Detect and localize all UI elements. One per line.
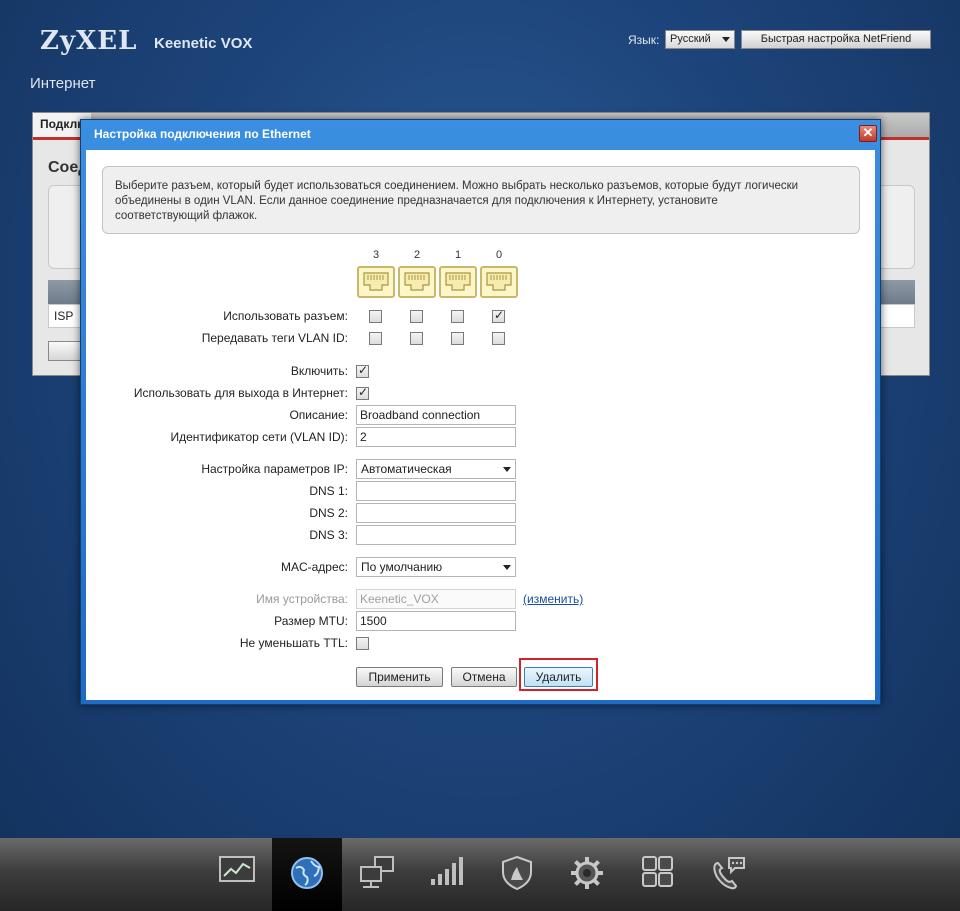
language-select[interactable]: Русский: [665, 30, 735, 49]
dialog-body: Выберите разъем, который будет использов…: [86, 150, 875, 700]
info-line: объединены в один VLAN. Если данное соед…: [115, 195, 718, 207]
phone-icon: [713, 857, 745, 890]
dns2-field[interactable]: [356, 503, 516, 523]
dns3-label: DNS 3:: [309, 528, 348, 542]
ip-settings-select[interactable]: Автоматическая: [356, 459, 516, 479]
dns1-label: DNS 1:: [309, 484, 348, 498]
change-device-name-link[interactable]: (изменить): [523, 592, 583, 606]
ttl-checkbox[interactable]: [356, 637, 369, 650]
ethernet-port-icon: [439, 266, 477, 298]
model-name: Keenetic VOX: [154, 35, 253, 52]
shield-icon: [502, 855, 532, 891]
chevron-down-icon: [503, 565, 511, 570]
vlan-tag-0-checkbox[interactable]: [492, 332, 505, 345]
port-number: 2: [413, 249, 421, 261]
ethernet-port-icon: [480, 266, 518, 298]
ethernet-dialog: Настройка подключения по Ethernet ✕ Выбе…: [80, 119, 881, 705]
mtu-field[interactable]: [356, 611, 516, 631]
apps-icon: [642, 856, 673, 887]
brand-logo: ZyXEL: [40, 26, 138, 56]
device-name-label: Имя устройства:: [256, 592, 348, 606]
language-value: Русский: [670, 33, 711, 45]
use-port-label: Использовать разъем:: [223, 309, 348, 323]
enable-checkbox[interactable]: [356, 363, 369, 378]
chevron-down-icon: [503, 467, 511, 472]
dns3-field[interactable]: [356, 525, 516, 545]
info-line: соответствующий флажок.: [115, 210, 258, 222]
vlan-id-label: Идентификатор сети (VLAN ID):: [170, 430, 349, 444]
use-port-3-checkbox[interactable]: [369, 310, 382, 323]
port-number: 3: [372, 249, 380, 261]
language-label: Язык:: [628, 33, 660, 47]
cancel-button[interactable]: Отмена: [451, 667, 517, 687]
internet-label: Использовать для выхода в Интернет:: [133, 386, 348, 400]
mac-value: По умолчанию: [361, 560, 443, 574]
ip-settings-value: Автоматическая: [361, 462, 452, 476]
vlan-tags-label: Передавать теги VLAN ID:: [201, 331, 348, 345]
ethernet-port-icon: [398, 266, 436, 298]
taskbar: [0, 838, 960, 911]
internet-checkbox[interactable]: [356, 385, 369, 400]
device-name-field: [356, 589, 516, 609]
dialog-title: Настройка подключения по Ethernet: [94, 127, 311, 141]
ttl-label: Не уменьшать TTL:: [239, 636, 348, 650]
dns1-field[interactable]: [356, 481, 516, 501]
vlan-tag-1-checkbox[interactable]: [451, 332, 464, 345]
info-box: Выберите разъем, который будет использов…: [102, 166, 860, 234]
monitor-icon: [219, 856, 255, 882]
mac-select[interactable]: По умолчанию: [356, 557, 516, 577]
vlan-tag-3-checkbox[interactable]: [369, 332, 382, 345]
taskbar-apps[interactable]: [622, 838, 692, 911]
mac-label: MAC-адрес:: [280, 560, 348, 574]
port-number: 0: [495, 249, 503, 261]
vlan-tag-2-checkbox[interactable]: [410, 332, 423, 345]
use-port-1-checkbox[interactable]: [451, 310, 464, 323]
network-icon: [360, 856, 394, 888]
taskbar-phone[interactable]: [692, 838, 762, 911]
globe-icon: [291, 857, 323, 889]
apply-button[interactable]: Применить: [356, 667, 443, 687]
use-port-2-checkbox[interactable]: [410, 310, 423, 323]
taskbar-internet[interactable]: [272, 838, 342, 911]
taskbar-signal[interactable]: [412, 838, 482, 911]
taskbar-settings[interactable]: [552, 838, 622, 911]
taskbar-security[interactable]: [482, 838, 552, 911]
ethernet-port-icon: [357, 266, 395, 298]
vlan-id-field[interactable]: [356, 427, 516, 447]
delete-button[interactable]: Удалить: [524, 667, 593, 687]
netfriend-button[interactable]: Быстрая настройка NetFriend: [741, 30, 931, 49]
taskbar-monitor[interactable]: [202, 838, 272, 911]
mtu-label: Размер MTU:: [274, 614, 348, 628]
dns2-label: DNS 2:: [309, 506, 348, 520]
description-field[interactable]: [356, 405, 516, 425]
ip-settings-label: Настройка параметров IP:: [201, 462, 348, 476]
info-line: Выберите разъем, который будет использов…: [115, 180, 799, 192]
enable-label: Включить:: [290, 364, 348, 378]
chevron-down-icon: [722, 37, 730, 42]
taskbar-network[interactable]: [342, 838, 412, 911]
close-icon[interactable]: ✕: [859, 125, 877, 142]
gear-icon: [571, 857, 603, 889]
description-label: Описание:: [289, 408, 348, 422]
page-title: Интернет: [30, 75, 96, 92]
use-port-0-checkbox[interactable]: [492, 308, 505, 323]
app-frame: ZyXEL Keenetic VOX Язык: Русский Быстрая…: [0, 0, 960, 911]
port-number: 1: [454, 249, 462, 261]
signal-icon: [431, 857, 463, 885]
